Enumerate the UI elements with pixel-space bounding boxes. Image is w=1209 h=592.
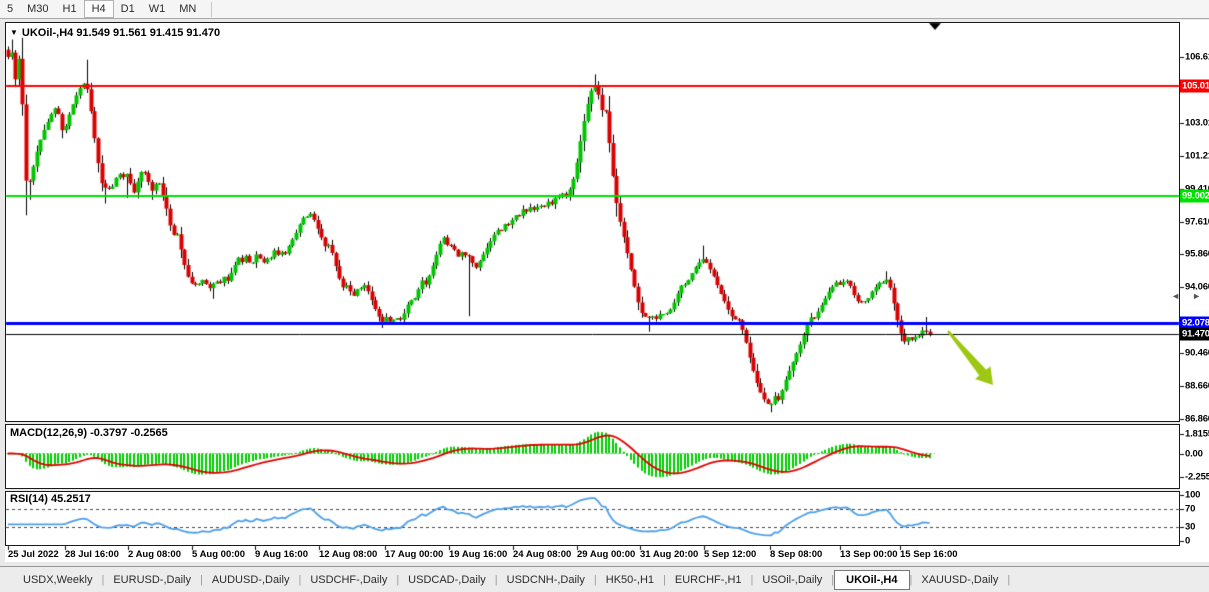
price-tick-label: 88.660 [1185,380,1209,391]
tab-usdcnh-daily[interactable]: USDCNH-,Daily [498,571,594,589]
time-tick-label: 2 Aug 08:00 [128,549,181,560]
macd-tick-label: 0.00 [1185,448,1203,459]
rsi-tick-label: 100 [1185,490,1200,501]
price-badge: 105.015 [1180,80,1209,93]
macd-tick-label: 1.8155 [1185,429,1209,440]
timeframe-button-H1[interactable]: H1 [56,1,84,17]
timeframe-button-M30[interactable]: M30 [20,1,55,17]
tab-scroll-right-icon[interactable]: ► [1192,291,1201,301]
timeframe-button-W1[interactable]: W1 [142,1,173,17]
price-tick-label: 95.860 [1185,248,1209,259]
rsi-tick-label: 0 [1185,536,1190,547]
price-tick-label: 90.460 [1185,347,1209,358]
rsi-pane[interactable] [5,491,1180,546]
timeframe-button-D1[interactable]: D1 [114,1,142,17]
tab-ukoil-h4[interactable]: UKOil-,H4 [834,570,909,590]
price-tick-label: 106.610 [1185,51,1209,62]
toolbar-separator [211,2,212,17]
time-tick-label: 13 Sep 00:00 [840,549,898,560]
tab-eurchf-h1[interactable]: EURCHF-,H1 [666,571,751,589]
time-tick-label: 31 Aug 20:00 [640,549,698,560]
rsi-label: RSI(14) 45.2517 [10,493,91,505]
chart-title-text: UKOil-,H4 91.549 91.561 91.415 91.470 [22,27,220,39]
macd-pane[interactable] [5,424,1180,489]
macd-tick-label: -2.2551 [1185,472,1209,483]
tab-usdx-weekly[interactable]: USDX,Weekly [14,571,101,589]
rsi-tick-label: 30 [1185,522,1195,533]
time-tick-label: 19 Aug 16:00 [449,549,507,560]
timeframe-toolbar: 5M30H1H4D1W1MN [0,0,1209,19]
symbol-tabs-bar: USDX,Weekly|EURUSD-,Daily|AUDUSD-,Daily|… [0,566,1209,592]
rsi-tick-label: 70 [1185,503,1195,514]
tab-hk50-h1[interactable]: HK50-,H1 [597,571,663,589]
time-tick-label: 25 Jul 2022 [8,549,59,560]
tab-scroll-arrows: ◄ ► [1171,291,1201,301]
timeframe-button-5[interactable]: 5 [0,1,20,17]
chart-dropdown-icon[interactable]: ▼ [10,28,18,37]
time-tick-label: 8 Sep 08:00 [770,549,822,560]
price-badge: 99.002 [1180,190,1209,203]
price-tick-label: 97.610 [1185,216,1209,227]
tab-scroll-left-icon[interactable]: ◄ [1171,291,1180,301]
tab-usdchf-daily[interactable]: USDCHF-,Daily [301,571,396,589]
price-tick-label: 103.010 [1185,117,1209,128]
macd-label: MACD(12,26,9) -0.3797 -0.2565 [10,427,168,439]
tab-audusd-daily[interactable]: AUDUSD-,Daily [203,571,299,589]
time-tick-label: 12 Aug 08:00 [319,549,377,560]
price-badge: 91.470 [1180,328,1209,341]
time-tick-label: 28 Jul 16:00 [65,549,119,560]
tab-eurusd-daily[interactable]: EURUSD-,Daily [104,571,200,589]
chart-title: ▼ UKOil-,H4 91.549 91.561 91.415 91.470 [10,27,220,39]
time-tick-label: 15 Sep 16:00 [900,549,958,560]
timeframe-button-H4[interactable]: H4 [84,0,114,18]
price-tick-label: 101.210 [1185,150,1209,161]
tab-usoil-daily[interactable]: USOil-,Daily [753,571,831,589]
tab-usdcad-daily[interactable]: USDCAD-,Daily [399,571,495,589]
time-tick-label: 24 Aug 08:00 [513,549,571,560]
main-chart-pane[interactable] [5,22,1180,422]
timeframe-button-MN[interactable]: MN [172,1,203,17]
tab-separator: | [1007,574,1010,586]
time-tick-label: 5 Aug 00:00 [192,549,245,560]
price-tick-label: 86.860 [1185,413,1209,424]
time-tick-label: 5 Sep 12:00 [704,549,756,560]
time-tick-label: 17 Aug 00:00 [385,549,443,560]
tab-xauusd-daily[interactable]: XAUUSD-,Daily [912,571,1007,589]
time-tick-label: 9 Aug 16:00 [255,549,308,560]
time-tick-label: 29 Aug 00:00 [577,549,635,560]
